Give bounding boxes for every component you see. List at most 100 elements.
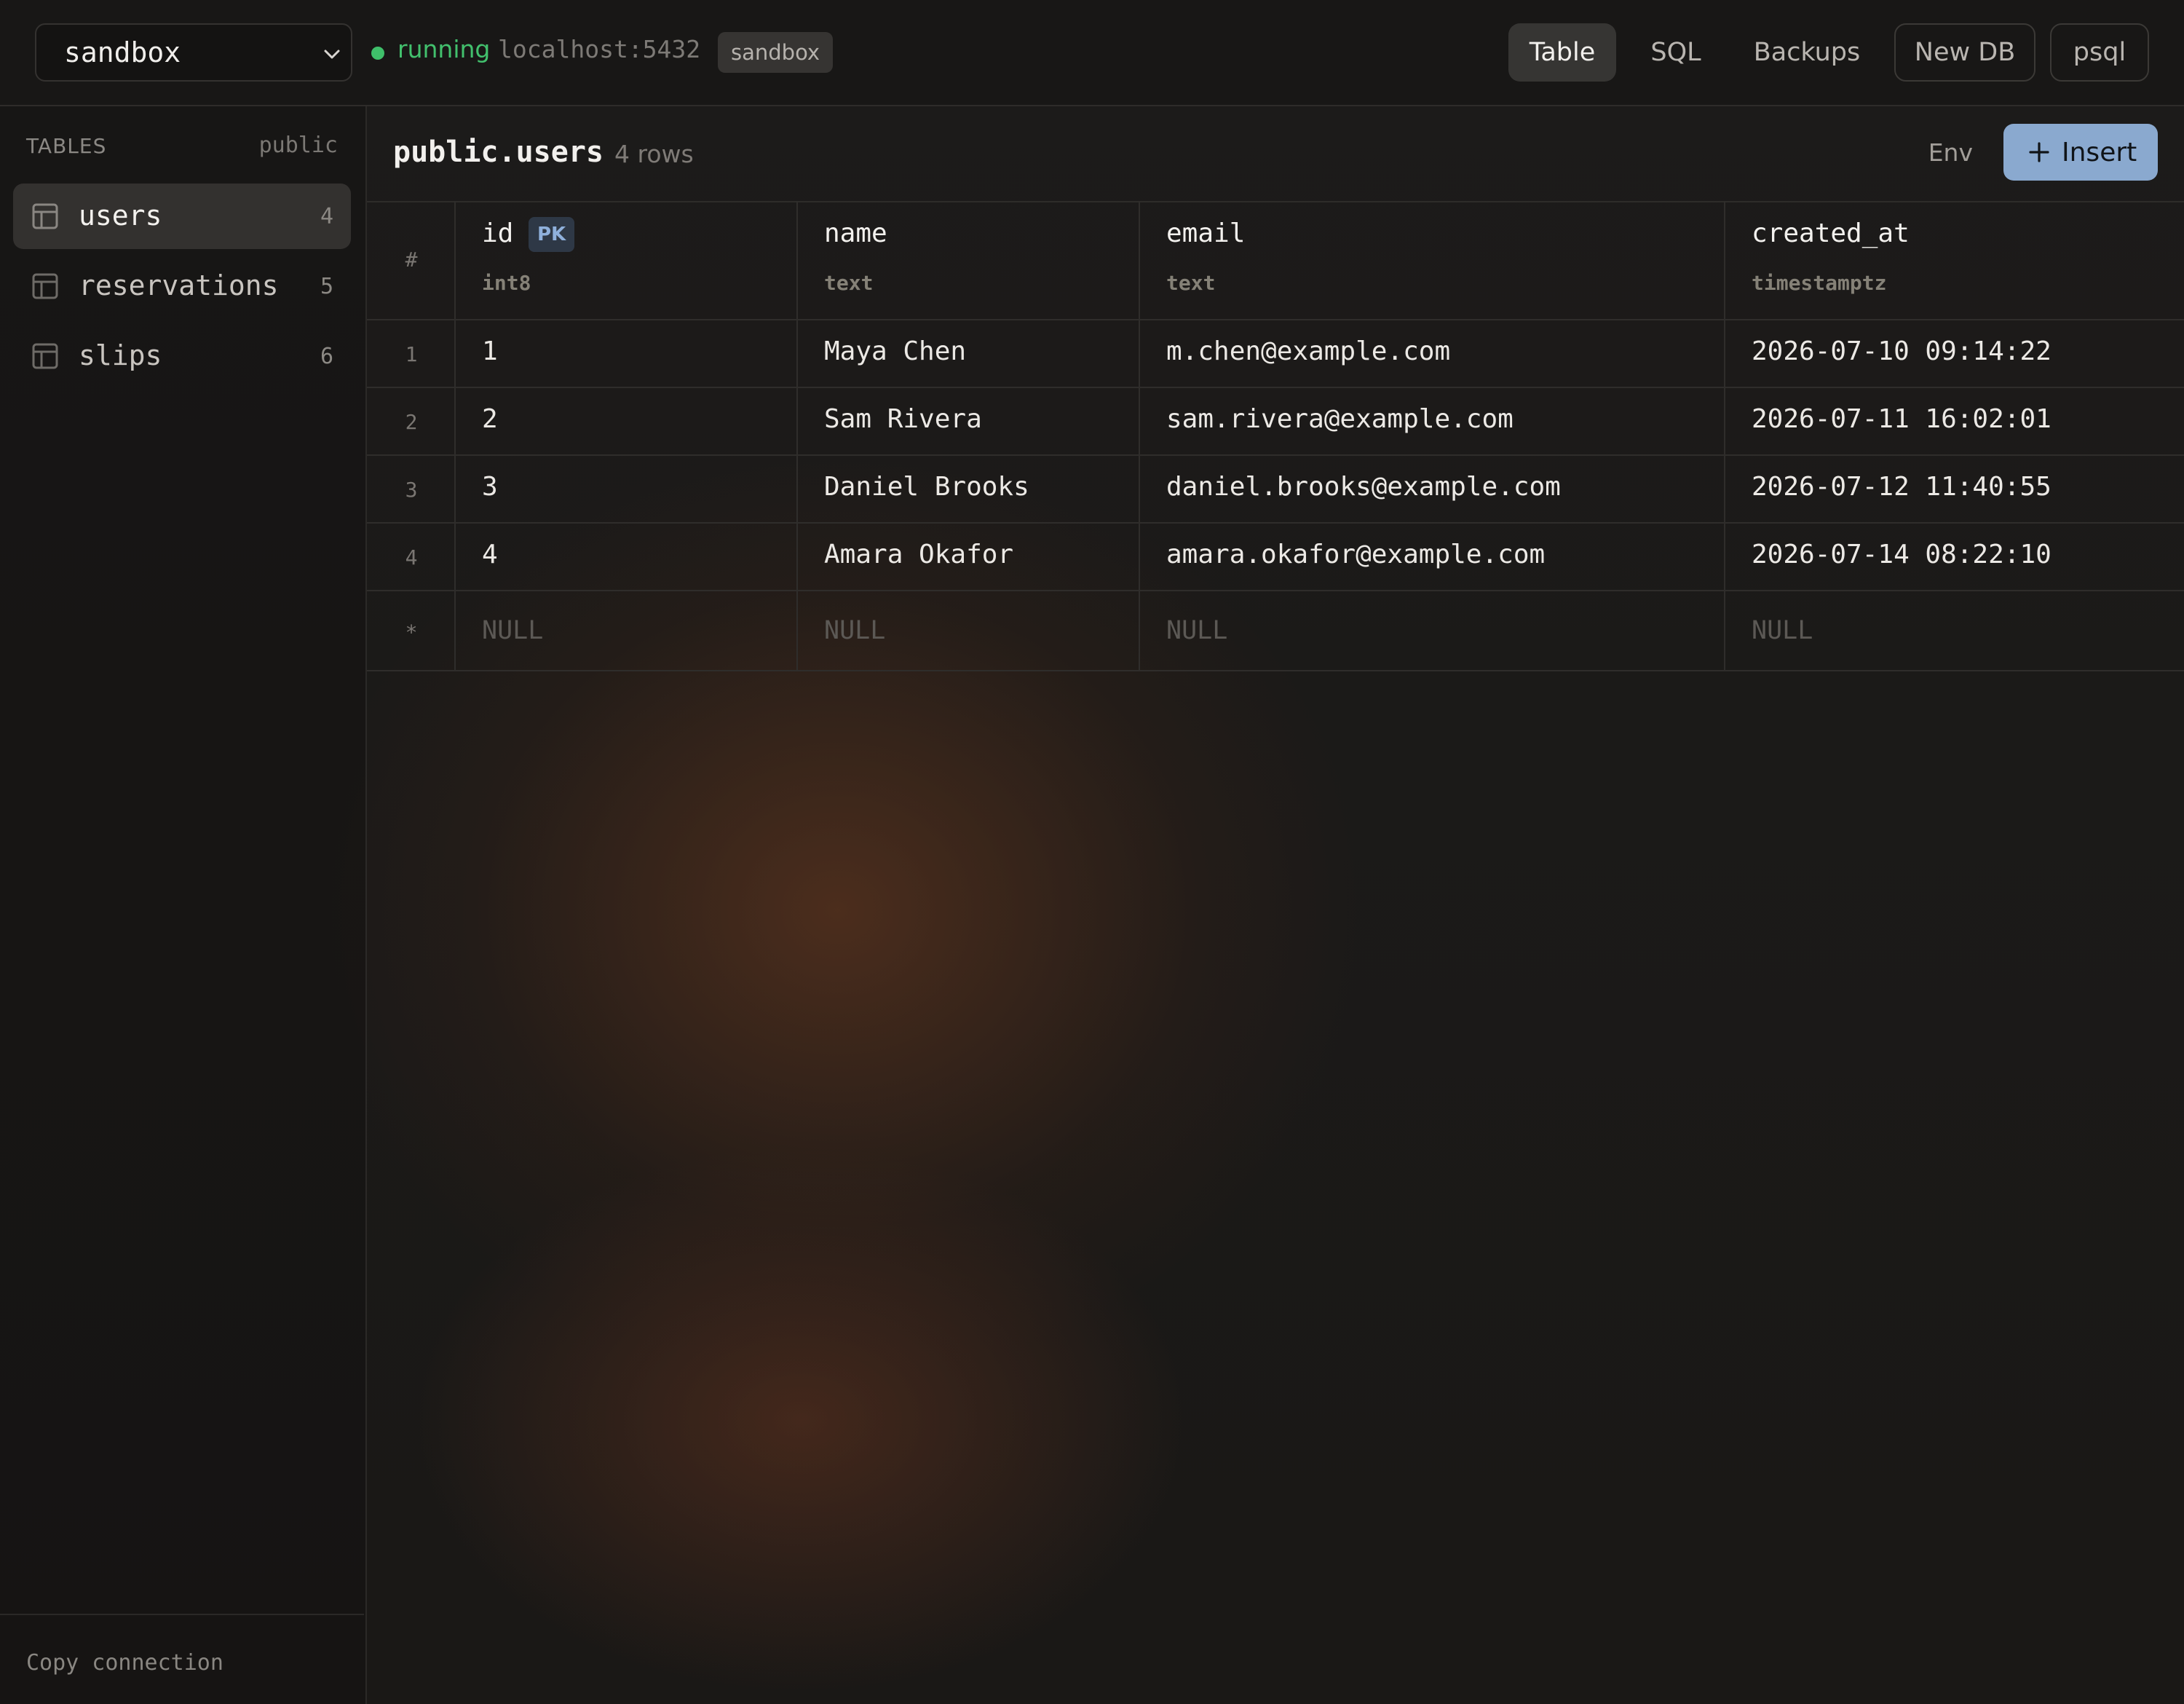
cell-name[interactable]: Daniel Brooks [798, 456, 1140, 522]
top-bar: sandbox running localhost:5432 sandbox T… [0, 0, 2184, 106]
table-row[interactable]: 1 1 Maya Chen m.chen@example.com 2026-07… [367, 320, 2184, 388]
insert-button[interactable]: Insert [2003, 124, 2158, 181]
cell-value: Daniel Brooks [824, 472, 1029, 502]
status-dot-icon [371, 47, 384, 60]
table-row[interactable]: 4 4 Amara Okafor amara.okafor@example.co… [367, 524, 2184, 591]
chevron-down-icon [324, 50, 340, 59]
sidebar-item-label: reservations [79, 269, 279, 301]
cell-email[interactable]: NULL [1140, 591, 1725, 670]
column-name: name [824, 218, 887, 248]
sidebar-item-count: 5 [320, 274, 333, 299]
new-row[interactable]: * NULL NULL NULL NULL [367, 591, 2184, 671]
new-row-marker: * [405, 620, 418, 644]
cell-value: 4 [482, 540, 498, 569]
cell-value: 2026-07-12 11:40:55 [1752, 472, 2052, 502]
table-icon [32, 343, 58, 369]
cell-value: 2026-07-11 16:02:01 [1752, 404, 2052, 434]
table-row[interactable]: 3 3 Daniel Brooks daniel.brooks@example.… [367, 456, 2184, 524]
env-button[interactable]: Env [1928, 138, 1973, 167]
rownum-cell: 1 [367, 320, 456, 387]
cell-name[interactable]: Maya Chen [798, 320, 1140, 387]
cell-id[interactable]: 3 [456, 456, 798, 522]
rownum-header: # [405, 248, 418, 272]
sidebar-item-users[interactable]: users 4 [13, 184, 351, 249]
sidebar-item-count: 4 [320, 204, 333, 229]
cell-name[interactable]: Amara Okafor [798, 524, 1140, 590]
header-cell-email[interactable]: email text [1140, 201, 1725, 319]
cell-email[interactable]: daniel.brooks@example.com [1140, 456, 1725, 522]
primary-key-badge: PK [529, 217, 575, 252]
tables-heading: TABLES [26, 134, 107, 158]
rownum-cell: * [367, 591, 456, 670]
column-type: int8 [482, 271, 531, 295]
database-select-value: sandbox [64, 36, 181, 68]
header-cell-name[interactable]: name text [798, 201, 1140, 319]
cell-value: 2026-07-10 09:14:22 [1752, 336, 2052, 366]
cell-created-at[interactable]: NULL [1725, 591, 2184, 670]
tab-backups[interactable]: Backups [1736, 23, 1878, 82]
sidebar-footer: Copy connection [0, 1614, 364, 1704]
cell-name[interactable]: NULL [798, 591, 1140, 670]
sidebar-item-slips[interactable]: slips 6 [13, 323, 351, 389]
cell-value: 2026-07-14 08:22:10 [1752, 540, 2052, 569]
column-name: created_at [1752, 218, 1910, 248]
header-cell-id[interactable]: id PK int8 [456, 201, 798, 319]
row-number: 2 [405, 410, 418, 434]
cell-created-at[interactable]: 2026-07-10 09:14:22 [1725, 320, 2184, 387]
cell-value: 1 [482, 336, 498, 366]
page-title: public.users [393, 135, 604, 169]
psql-button[interactable]: psql [2050, 23, 2149, 82]
row-number: 1 [405, 342, 418, 366]
null-placeholder: NULL [824, 616, 886, 645]
table-icon [32, 273, 58, 299]
cell-value: m.chen@example.com [1166, 336, 1451, 366]
tab-table[interactable]: Table [1508, 23, 1616, 82]
cell-email[interactable]: m.chen@example.com [1140, 320, 1725, 387]
cell-id[interactable]: NULL [456, 591, 798, 670]
column-type: text [824, 271, 874, 295]
rownum-cell: 2 [367, 388, 456, 454]
insert-button-label: Insert [2062, 137, 2137, 167]
table-icon [32, 203, 58, 229]
cell-value: 2 [482, 404, 498, 434]
cell-created-at[interactable]: 2026-07-14 08:22:10 [1725, 524, 2184, 590]
cell-value: Maya Chen [824, 336, 967, 366]
sidebar-item-label: slips [79, 339, 162, 371]
rownum-cell: 3 [367, 456, 456, 522]
header-cell-created-at[interactable]: created_at timestamptz [1725, 201, 2184, 319]
copy-connection-button[interactable]: Copy connection [26, 1650, 223, 1676]
cell-email[interactable]: amara.okafor@example.com [1140, 524, 1725, 590]
host-address: localhost:5432 [498, 35, 701, 63]
schema-label: public [258, 133, 338, 158]
cell-id[interactable]: 4 [456, 524, 798, 590]
cell-email[interactable]: sam.rivera@example.com [1140, 388, 1725, 454]
database-select[interactable]: sandbox [35, 23, 352, 82]
cell-id[interactable]: 2 [456, 388, 798, 454]
column-name: email [1166, 218, 1246, 248]
rownum-cell: 4 [367, 524, 456, 590]
null-placeholder: NULL [1752, 616, 1813, 645]
plus-icon [2029, 142, 2049, 162]
tab-sql[interactable]: SQL [1625, 23, 1727, 82]
cell-value: 3 [482, 472, 498, 502]
table-row[interactable]: 2 2 Sam Rivera sam.rivera@example.com 20… [367, 388, 2184, 456]
sidebar: TABLES public users 4 reservations 5 sli… [0, 106, 367, 1704]
cell-value: daniel.brooks@example.com [1166, 472, 1561, 502]
column-type: timestamptz [1752, 271, 1887, 295]
cell-name[interactable]: Sam Rivera [798, 388, 1140, 454]
cell-created-at[interactable]: 2026-07-12 11:40:55 [1725, 456, 2184, 522]
cell-value: Amara Okafor [824, 540, 1014, 569]
sidebar-item-reservations[interactable]: reservations 5 [13, 253, 351, 319]
row-count: 4 rows [614, 140, 694, 168]
null-placeholder: NULL [1166, 616, 1228, 645]
table-header-bar: public.users 4 rows Env Insert [367, 106, 2184, 202]
row-number: 4 [405, 545, 418, 569]
cell-created-at[interactable]: 2026-07-11 16:02:01 [1725, 388, 2184, 454]
status-text: running [397, 35, 491, 63]
cell-id[interactable]: 1 [456, 320, 798, 387]
row-number: 3 [405, 478, 418, 502]
column-type: text [1166, 271, 1216, 295]
env-badge: sandbox [718, 32, 834, 73]
cell-value: amara.okafor@example.com [1166, 540, 1546, 569]
new-db-button[interactable]: New DB [1894, 23, 2035, 82]
